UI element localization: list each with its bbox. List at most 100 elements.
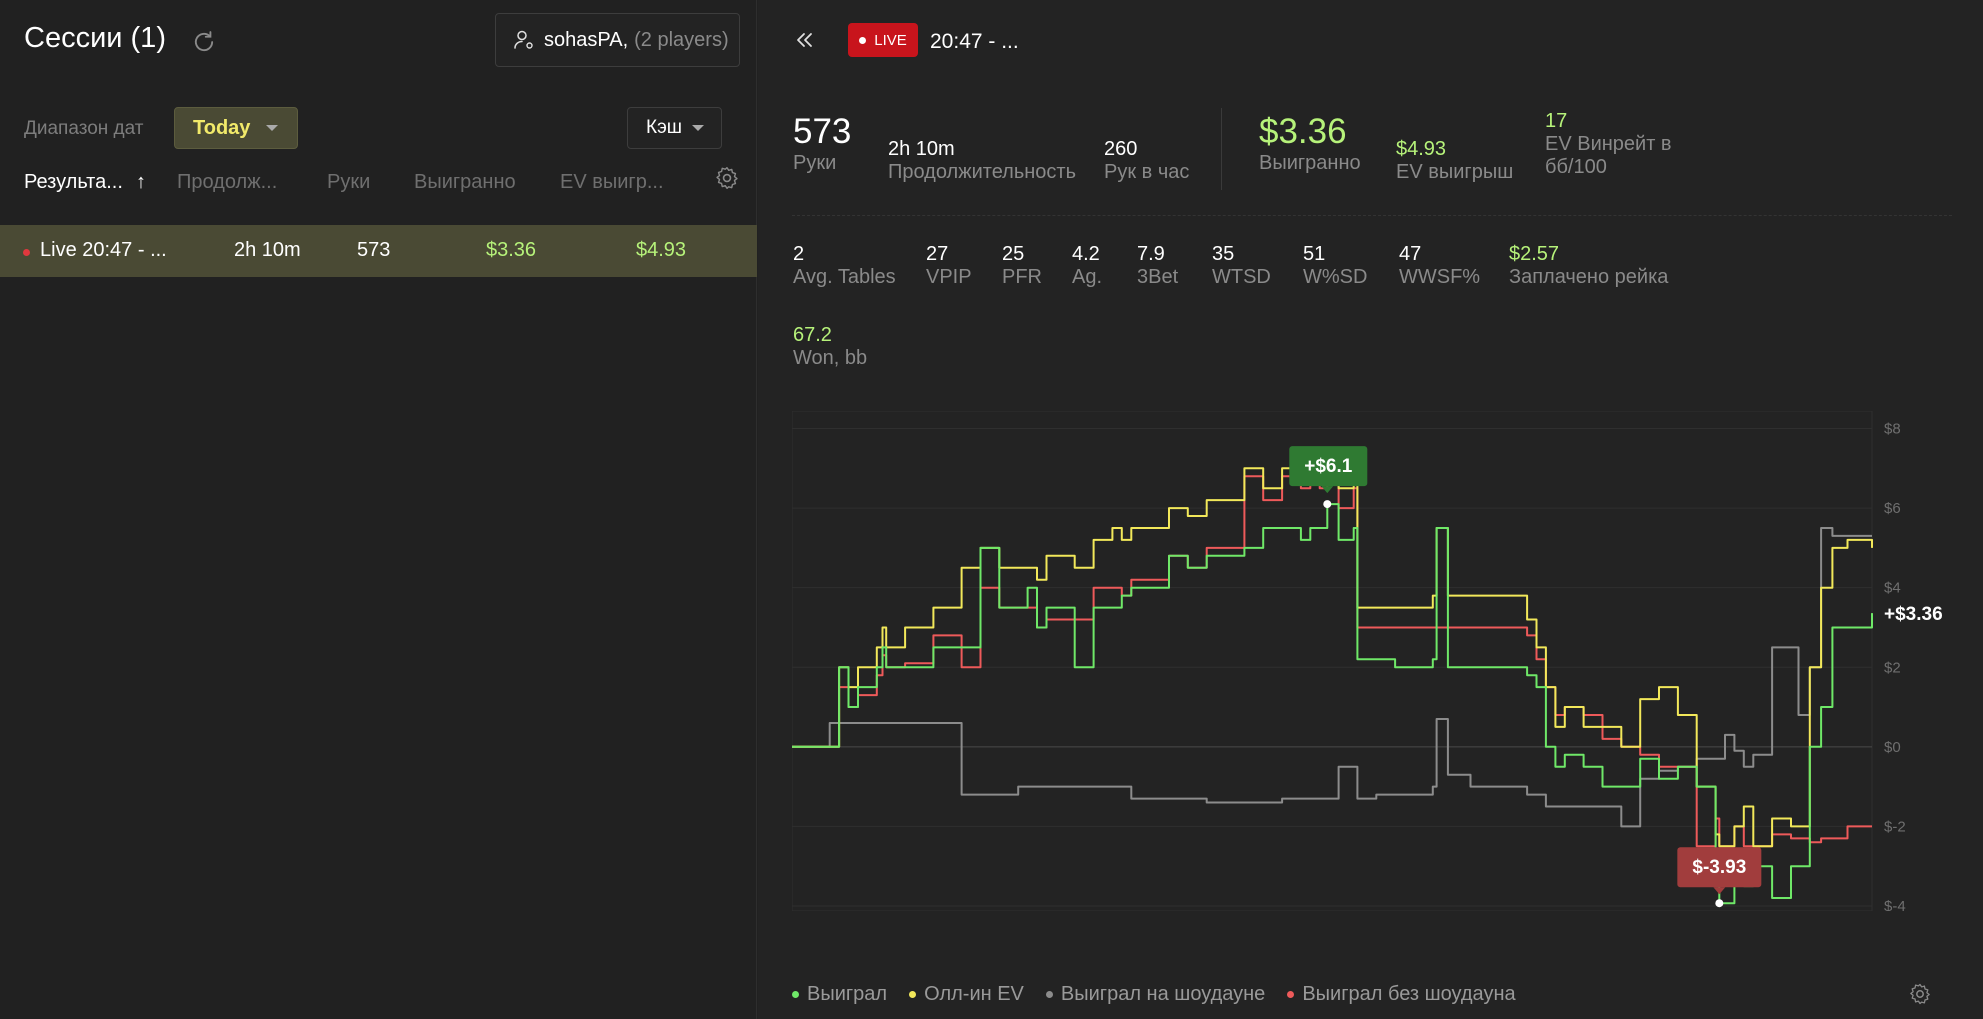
legend-dot-icon bbox=[1045, 991, 1053, 998]
date-range-label: Диапазон дат bbox=[24, 118, 144, 139]
min-label-pointer bbox=[1713, 887, 1726, 895]
profit-chart[interactable]: $8$6$4$2$0$-2$-40100200300400500573+$6.1… bbox=[792, 411, 1943, 911]
chevron-down-icon bbox=[266, 125, 279, 131]
stat-rake: $2.57 Заплачено рейка bbox=[1509, 243, 1668, 289]
legend-item-won[interactable]: Выиграл bbox=[792, 983, 887, 1006]
stat-label: 3Bet bbox=[1137, 266, 1179, 288]
player-select-button[interactable]: sohasPA, (2 players) bbox=[495, 13, 740, 67]
stat-value: 2 bbox=[793, 243, 805, 265]
legend-label: Выиграл bbox=[807, 983, 888, 1005]
chart-legend: Выиграл Олл-ин EV Выиграл на шоудауне Вы… bbox=[792, 983, 1516, 1006]
stat-hands: 573 Руки bbox=[793, 112, 851, 175]
stat-won-bb: 67.2 Won, bb bbox=[793, 324, 867, 370]
session-name: Live 20:47 - ... bbox=[40, 239, 167, 261]
session-duration: 2h 10m bbox=[234, 239, 301, 261]
column-duration[interactable]: Продолж... bbox=[177, 171, 277, 194]
session-detail-panel: LIVE 20:47 - ... 573 Руки 2h 10m Продолж… bbox=[758, 0, 1983, 1019]
stat-hands-label: Руки bbox=[793, 152, 837, 174]
stat-value: 67.2 bbox=[793, 324, 832, 346]
stat-hands-per-hour-label: Рук в час bbox=[1104, 161, 1190, 183]
session-hands: 573 bbox=[357, 239, 391, 261]
min-label: $-3.93 bbox=[1692, 857, 1746, 878]
stat-ev-winrate: 17 EV Винрейт в бб/100 bbox=[1545, 110, 1672, 179]
refresh-icon[interactable] bbox=[190, 28, 218, 56]
sessions-panel: Сессии (1) sohasPA, (2 players) Диапазон… bbox=[0, 0, 757, 1019]
legend-item-showdown[interactable]: Выиграл на шоудауне bbox=[1045, 983, 1266, 1006]
stat-label: PFR bbox=[1002, 266, 1042, 288]
summary-separator bbox=[792, 215, 1952, 216]
y-tick-label: $4 bbox=[1884, 580, 1901, 597]
stat-duration-label: Продолжительность bbox=[888, 161, 1076, 183]
series-line-allin_ev bbox=[792, 459, 1873, 848]
min-point bbox=[1715, 899, 1724, 908]
column-ev[interactable]: EV выигр... bbox=[560, 171, 664, 194]
stat-label: WTSD bbox=[1212, 266, 1271, 288]
stat-label: VPIP bbox=[926, 266, 972, 288]
stat-value: 47 bbox=[1399, 243, 1422, 265]
legend-item-non-showdown[interactable]: Выиграл без шоудауна bbox=[1287, 983, 1516, 1006]
stat-pfr: 25 PFR bbox=[1002, 243, 1042, 289]
session-won: $3.36 bbox=[486, 239, 537, 261]
sort-arrow-icon[interactable]: ↑ bbox=[136, 171, 146, 194]
legend-item-allin-ev[interactable]: Олл-ин EV bbox=[909, 983, 1024, 1006]
stat-won-value: $3.36 bbox=[1259, 112, 1347, 151]
gear-icon[interactable] bbox=[714, 165, 740, 191]
legend-label: Выиграл на шоудауне bbox=[1060, 983, 1266, 1005]
series-line-non_showdown bbox=[792, 475, 1872, 848]
y-tick-label: $8 bbox=[1884, 421, 1901, 438]
stat-label: Заплачено рейка bbox=[1509, 266, 1669, 288]
stat-duration-value: 2h 10m bbox=[888, 138, 955, 160]
stat-ev-winrate-label-1: EV Винрейт в bbox=[1545, 133, 1672, 155]
live-dot-icon bbox=[859, 36, 867, 44]
game-type-dropdown[interactable]: Кэш bbox=[627, 107, 722, 149]
stat-value: 7.9 bbox=[1137, 243, 1165, 265]
live-badge: LIVE bbox=[848, 23, 918, 57]
stat-value: 35 bbox=[1212, 243, 1235, 265]
live-dot-icon bbox=[23, 249, 30, 256]
summary-divider bbox=[1221, 108, 1222, 190]
stat-ev-won: $4.93 EV выигрыш bbox=[1396, 138, 1513, 184]
table-row[interactable]: Live 20:47 - ... 2h 10m 573 $3.36 $4.93 bbox=[0, 225, 757, 277]
column-result[interactable]: Результа... bbox=[24, 171, 123, 194]
max-label-pointer bbox=[1321, 486, 1334, 494]
stat-vpip: 27 VPIP bbox=[926, 243, 972, 289]
gear-icon[interactable] bbox=[1908, 982, 1932, 1006]
session-ev: $4.93 bbox=[636, 239, 687, 261]
y-tick-label: $6 bbox=[1884, 500, 1901, 517]
player-count: (2 players) bbox=[634, 28, 729, 51]
date-range-dropdown[interactable]: Today bbox=[174, 107, 298, 149]
stat-label: W%SD bbox=[1303, 266, 1368, 288]
stat-value: 27 bbox=[926, 243, 949, 265]
y-tick-label: $2 bbox=[1884, 659, 1901, 676]
legend-dot-icon bbox=[792, 991, 799, 998]
legend-label: Олл-ин EV bbox=[924, 983, 1024, 1005]
stat-ev-won-label: EV выигрыш bbox=[1396, 161, 1514, 183]
max-point bbox=[1323, 500, 1332, 509]
stat-wwsf: 47 WWSF% bbox=[1399, 243, 1480, 289]
stat-avg-tables: 2 Avg. Tables bbox=[793, 243, 896, 289]
stat-hands-value: 573 bbox=[793, 112, 852, 151]
legend-dot-icon bbox=[909, 991, 917, 998]
stat-won: $3.36 Выигранно bbox=[1259, 112, 1361, 175]
max-label: +$6.1 bbox=[1304, 456, 1353, 477]
date-range-value: Today bbox=[193, 116, 251, 139]
column-won[interactable]: Выигранно bbox=[414, 171, 516, 194]
end-value-label: +$3.36 bbox=[1884, 604, 1943, 625]
stat-label: Ag. bbox=[1072, 266, 1103, 288]
stat-w-sd: 51 W%SD bbox=[1303, 243, 1367, 289]
stat-ev-won-value: $4.93 bbox=[1396, 138, 1447, 160]
stat-ev-winrate-value: 17 bbox=[1545, 110, 1568, 132]
stat-3bet: 7.9 3Bet bbox=[1137, 243, 1178, 289]
stat-won-label: Выигранно bbox=[1259, 152, 1361, 174]
stat-value: 25 bbox=[1002, 243, 1025, 265]
y-tick-label: $0 bbox=[1884, 739, 1901, 756]
session-title: 20:47 - ... bbox=[930, 30, 1019, 53]
stat-hands-per-hour: 260 Рук в час bbox=[1104, 138, 1189, 184]
column-hands[interactable]: Руки bbox=[327, 171, 370, 194]
double-chevron-left-icon[interactable] bbox=[792, 28, 816, 52]
series-line-showdown bbox=[792, 527, 1872, 828]
legend-label: Выиграл без шоудауна bbox=[1302, 983, 1516, 1005]
stat-value: $2.57 bbox=[1509, 243, 1560, 265]
stat-label: Avg. Tables bbox=[793, 266, 896, 288]
stat-ev-winrate-label-2: бб/100 bbox=[1545, 156, 1607, 178]
